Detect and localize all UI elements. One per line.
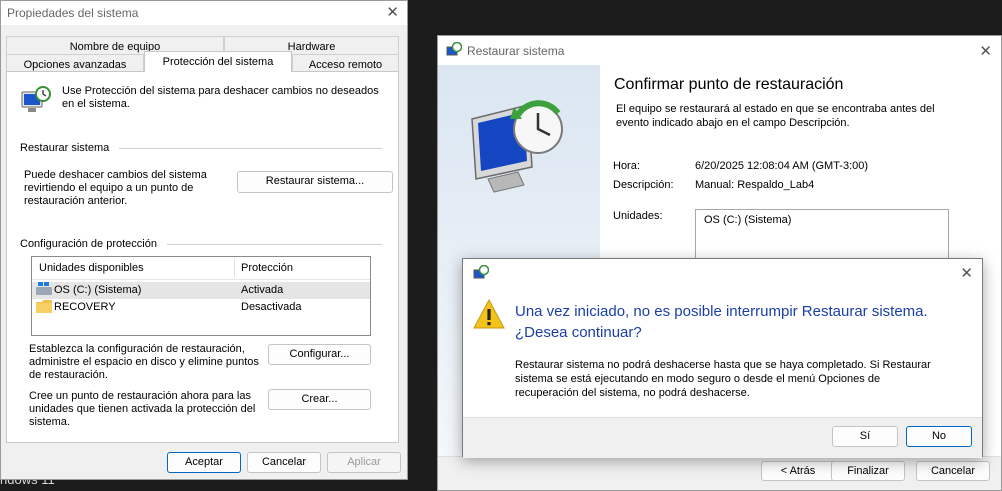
wizard-description: El equipo se restaurará al estado en que… bbox=[616, 102, 935, 130]
list-item[interactable]: RECOVERY Desactivada bbox=[32, 299, 370, 316]
wizard-desc-line: El equipo se restaurará al estado en que… bbox=[616, 103, 935, 115]
create-desc-line: Cree un punto de restauración ahora para… bbox=[29, 390, 251, 402]
time-label: Hora: bbox=[613, 160, 640, 172]
restore-desc-line: restauración anterior. bbox=[24, 195, 128, 207]
create-button[interactable]: Crear... bbox=[268, 389, 371, 410]
folder-icon bbox=[36, 300, 52, 313]
window-title: Propiedades del sistema bbox=[7, 6, 139, 20]
column-separator bbox=[234, 259, 235, 277]
create-desc-line: unidades que tienen activada la protecci… bbox=[29, 403, 256, 415]
drive-status: Desactivada bbox=[241, 301, 302, 313]
column-header-unidades: Unidades disponibles bbox=[39, 262, 144, 274]
tab-label: Hardware bbox=[287, 41, 336, 53]
dialog-question-line: Una vez iniciado, no es posible interrum… bbox=[515, 303, 928, 320]
drives-value: OS (C:) (Sistema) bbox=[704, 214, 792, 226]
title-bar: Propiedades del sistema ✕ bbox=[1, 1, 407, 25]
time-value: 6/20/2025 12:08:04 AM (GMT-3:00) bbox=[695, 160, 869, 172]
dialog-body: Restaurar sistema no podrá deshacerse ha… bbox=[515, 358, 931, 400]
configure-desc-line: Establezca la configuración de restaurac… bbox=[29, 343, 245, 355]
back-button[interactable]: < Atrás bbox=[761, 461, 835, 481]
system-restore-icon bbox=[446, 41, 463, 58]
drives-list[interactable]: Unidades disponibles Protección OS (C:) … bbox=[31, 256, 371, 336]
tab-acceso-remoto[interactable]: Acceso remoto bbox=[292, 54, 399, 72]
close-icon[interactable]: ✕ bbox=[386, 3, 399, 21]
intro-line: Use Protección del sistema para deshacer… bbox=[62, 85, 379, 97]
system-restore-illustration bbox=[466, 97, 570, 197]
tab-proteccion-sistema[interactable]: Protección del sistema bbox=[144, 51, 292, 72]
apply-button[interactable]: Aplicar bbox=[327, 452, 401, 473]
create-desc-line: sistema. bbox=[29, 416, 70, 428]
tab-label: Acceso remoto bbox=[308, 59, 383, 71]
description-value: Manual: Respaldo_Lab4 bbox=[695, 179, 815, 191]
protection-group-label: Configuración de protección bbox=[20, 238, 157, 250]
tab-label: Protección del sistema bbox=[162, 56, 274, 68]
close-icon[interactable]: ✕ bbox=[979, 42, 992, 60]
list-header: Unidades disponibles Protección bbox=[32, 257, 370, 280]
dialog-question: Una vez iniciado, no es posible interrum… bbox=[515, 301, 928, 343]
restore-desc-line: revirtiendo el equipo a un punto de bbox=[24, 182, 194, 194]
finish-button[interactable]: Finalizar bbox=[831, 461, 905, 481]
intro-line: en el sistema. bbox=[62, 98, 130, 110]
system-properties-window: Propiedades del sistema ✕ Nombre de equi… bbox=[0, 0, 408, 480]
group-divider bbox=[119, 148, 382, 149]
configure-desc-line: de restauración. bbox=[29, 369, 108, 381]
title-bar: Restaurar sistema ✕ bbox=[438, 36, 1001, 65]
drives-label: Unidades: bbox=[613, 210, 663, 222]
column-header-proteccion: Protección bbox=[241, 262, 293, 274]
dialog-body-line: sistema se está ejecutando en modo segur… bbox=[515, 373, 881, 385]
system-restore-icon bbox=[473, 264, 490, 281]
restore-group-label: Restaurar sistema bbox=[20, 142, 110, 154]
intro-text: Use Protección del sistema para deshacer… bbox=[62, 85, 379, 111]
drive-status: Activada bbox=[241, 284, 284, 296]
tab-panel: Use Protección del sistema para deshacer… bbox=[6, 71, 399, 443]
group-divider bbox=[167, 244, 382, 245]
dialog-footer bbox=[463, 417, 982, 458]
yes-button[interactable]: Sí bbox=[832, 426, 898, 447]
wizard-heading: Confirmar punto de restauración bbox=[614, 76, 844, 93]
restore-description: Puede deshacer cambios del sistema revir… bbox=[24, 169, 207, 208]
drive-name: OS (C:) (Sistema) bbox=[54, 284, 142, 296]
warning-icon bbox=[473, 298, 505, 329]
ok-button[interactable]: Aceptar bbox=[167, 452, 241, 473]
restore-system-button[interactable]: Restaurar sistema... bbox=[237, 171, 393, 193]
restore-desc-line: Puede deshacer cambios del sistema bbox=[24, 169, 207, 181]
tab-opciones-avanzadas[interactable]: Opciones avanzadas bbox=[6, 54, 144, 72]
window-title: Restaurar sistema bbox=[467, 44, 565, 58]
dialog-body-line: recuperación del sistema, no podrá desha… bbox=[515, 387, 750, 399]
windows-drive-icon bbox=[36, 282, 52, 296]
list-item[interactable]: OS (C:) (Sistema) Activada bbox=[32, 282, 370, 299]
system-protection-icon bbox=[19, 84, 53, 116]
description-label: Descripción: bbox=[613, 179, 674, 191]
cancel-button[interactable]: Cancelar bbox=[247, 452, 321, 473]
create-description: Cree un punto de restauración ahora para… bbox=[29, 390, 255, 429]
wizard-desc-line: evento indicado abajo en el campo Descri… bbox=[616, 117, 850, 129]
configure-desc-line: administre el espacio en disco y elimine… bbox=[29, 356, 259, 368]
drive-name: RECOVERY bbox=[54, 301, 116, 313]
dialog-question-line: ¿Desea continuar? bbox=[515, 324, 642, 341]
dialog-body-line: Restaurar sistema no podrá deshacerse ha… bbox=[515, 359, 931, 371]
close-icon[interactable]: ✕ bbox=[960, 264, 973, 282]
configure-button[interactable]: Configurar... bbox=[268, 344, 371, 365]
configure-description: Establezca la configuración de restaurac… bbox=[29, 343, 259, 382]
confirm-dialog: ✕ Una vez iniciado, no es posible interr… bbox=[462, 258, 983, 458]
no-button[interactable]: No bbox=[906, 426, 972, 447]
wizard-cancel-button[interactable]: Cancelar bbox=[916, 461, 990, 481]
tab-label: Opciones avanzadas bbox=[23, 59, 127, 71]
